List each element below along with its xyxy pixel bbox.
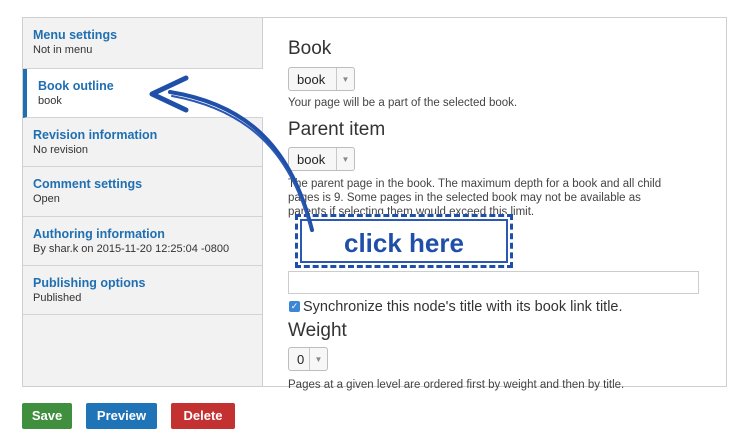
annotation-arrow [149, 75, 314, 232]
delete-button[interactable]: Delete [171, 403, 235, 429]
preview-button[interactable]: Preview [86, 403, 157, 429]
save-button[interactable]: Save [22, 403, 72, 429]
